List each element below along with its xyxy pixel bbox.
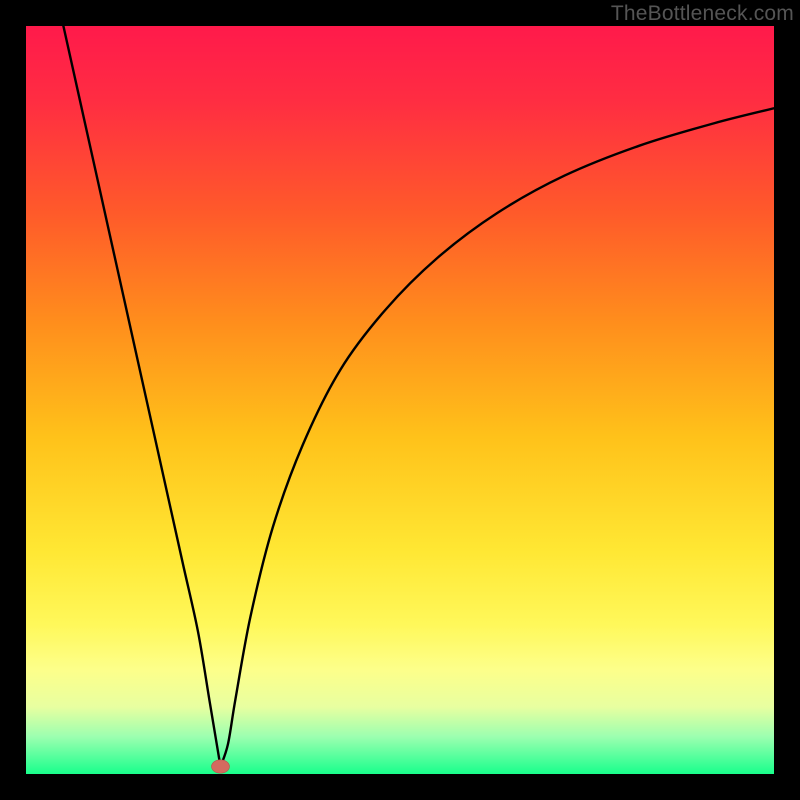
watermark-text: TheBottleneck.com: [611, 2, 794, 26]
bottleneck-chart: [26, 26, 774, 774]
minimum-marker: [212, 760, 230, 773]
chart-frame: [26, 26, 774, 774]
